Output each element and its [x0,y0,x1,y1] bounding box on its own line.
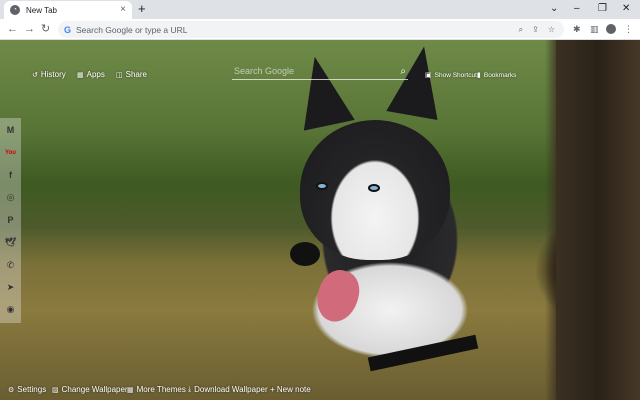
back-arrow-icon[interactable]: ← [7,22,18,36]
share-icon: ◫ [116,71,123,79]
download-icon: ⤓ [188,385,192,393]
forward-arrow-icon[interactable]: → [24,22,35,36]
telegram-icon[interactable]: ➤ [3,278,19,297]
minimize-button[interactable]: – [574,3,580,15]
gear-icon: ⚙ [8,386,15,394]
whatsapp-icon[interactable]: ✆ [3,256,19,275]
omnibox-input[interactable]: Search Google or type a URL [76,25,519,35]
settings-label: Settings [17,385,47,394]
wallpaper-eye-left [316,182,328,190]
settings-link[interactable]: ⚙ Settings [8,385,46,394]
more-themes-link[interactable]: ▦ More Themes [127,385,186,394]
bottom-bar: ⚙ Settings ▨ Change Wallpaper ▦ More The… [0,381,640,400]
side-panel-icon[interactable]: ▥ [590,23,599,35]
reddit-icon[interactable]: ◉ [3,301,19,320]
google-icon: G [64,24,72,35]
page-search-box[interactable]: Search Google ⌕ [232,63,408,80]
pinterest-icon[interactable]: P [3,211,19,230]
bookmark-icon: ▮ [477,72,481,79]
tab-search-icon[interactable]: ⌄ [550,3,558,15]
extensions-icon[interactable]: ✱ [573,23,581,35]
show-shortcuts-link[interactable]: ▣ Show Shortcuts [425,71,481,80]
instagram-icon[interactable]: ◎ [3,188,19,207]
facebook-icon[interactable]: f [3,166,19,185]
youtube-icon[interactable]: You [3,143,19,162]
restore-button[interactable]: ❐ [598,3,607,15]
tab-strip: ◔ New Tab × + ⌄ – ❐ ✕ [0,0,640,19]
social-sidebar: M You f ◎ P 🕊 ✆ ➤ ◉ [0,118,21,323]
new-note-link[interactable]: + New note [270,385,311,394]
share-link[interactable]: ◫ Share [116,70,147,79]
apps-link[interactable]: ▦ Apps [77,70,105,79]
gmail-icon[interactable]: M [3,121,19,140]
close-window-button[interactable]: ✕ [622,3,630,15]
change-wallpaper-link[interactable]: ▨ Change Wallpaper [52,385,128,394]
omnibox[interactable]: G Search Google or type a URL ⌕ ⇪ ☆ [58,21,564,38]
download-wallpaper-link[interactable]: ⤓ Download Wallpaper [188,385,268,394]
tab-close-icon[interactable]: × [120,5,126,15]
history-icon: ↺ [32,71,38,79]
bookmark-star-icon[interactable]: ☆ [548,25,555,34]
image-icon: ▨ [52,386,59,394]
themes-grid-icon: ▦ [127,386,134,394]
new-tab-button[interactable]: + [138,2,146,16]
tab-favicon-icon: ◔ [10,5,20,15]
share-label: Share [125,70,147,79]
wallpaper-tree [556,40,640,400]
history-label: History [40,70,66,79]
change-wallpaper-label: Change Wallpaper [61,385,128,394]
new-note-label: + New note [270,385,311,394]
browser-toolbar: ← → ↻ G Search Google or type a URL ⌕ ⇪ … [0,19,640,40]
page-search-input[interactable]: Search Google [234,66,294,76]
share-icon[interactable]: ⇪ [532,25,539,34]
shortcuts-icon: ▣ [425,72,432,79]
download-wallpaper-label: Download Wallpaper [194,385,268,394]
search-icon[interactable]: ⌕ [400,66,406,77]
bookmarks-link[interactable]: ▮ Bookmarks [477,71,517,80]
tab-title: New Tab [26,5,57,15]
history-link[interactable]: ↺ History [32,70,66,79]
profile-avatar[interactable] [606,24,616,34]
apps-grid-icon: ▦ [77,71,84,79]
more-themes-label: More Themes [136,385,186,394]
zoom-icon[interactable]: ⌕ [519,25,523,35]
wallpaper-nose [290,242,320,266]
bookmarks-label: Bookmarks [483,71,517,79]
menu-kebab-icon[interactable]: ⋮ [624,23,633,35]
reload-icon[interactable]: ↻ [41,22,50,36]
show-shortcuts-label: Show Shortcuts [434,71,481,79]
apps-label: Apps [86,70,105,79]
wallpaper-eye-right [368,184,380,192]
twitter-icon[interactable]: 🕊 [3,233,19,252]
tab-new-tab[interactable]: ◔ New Tab × [4,1,132,19]
